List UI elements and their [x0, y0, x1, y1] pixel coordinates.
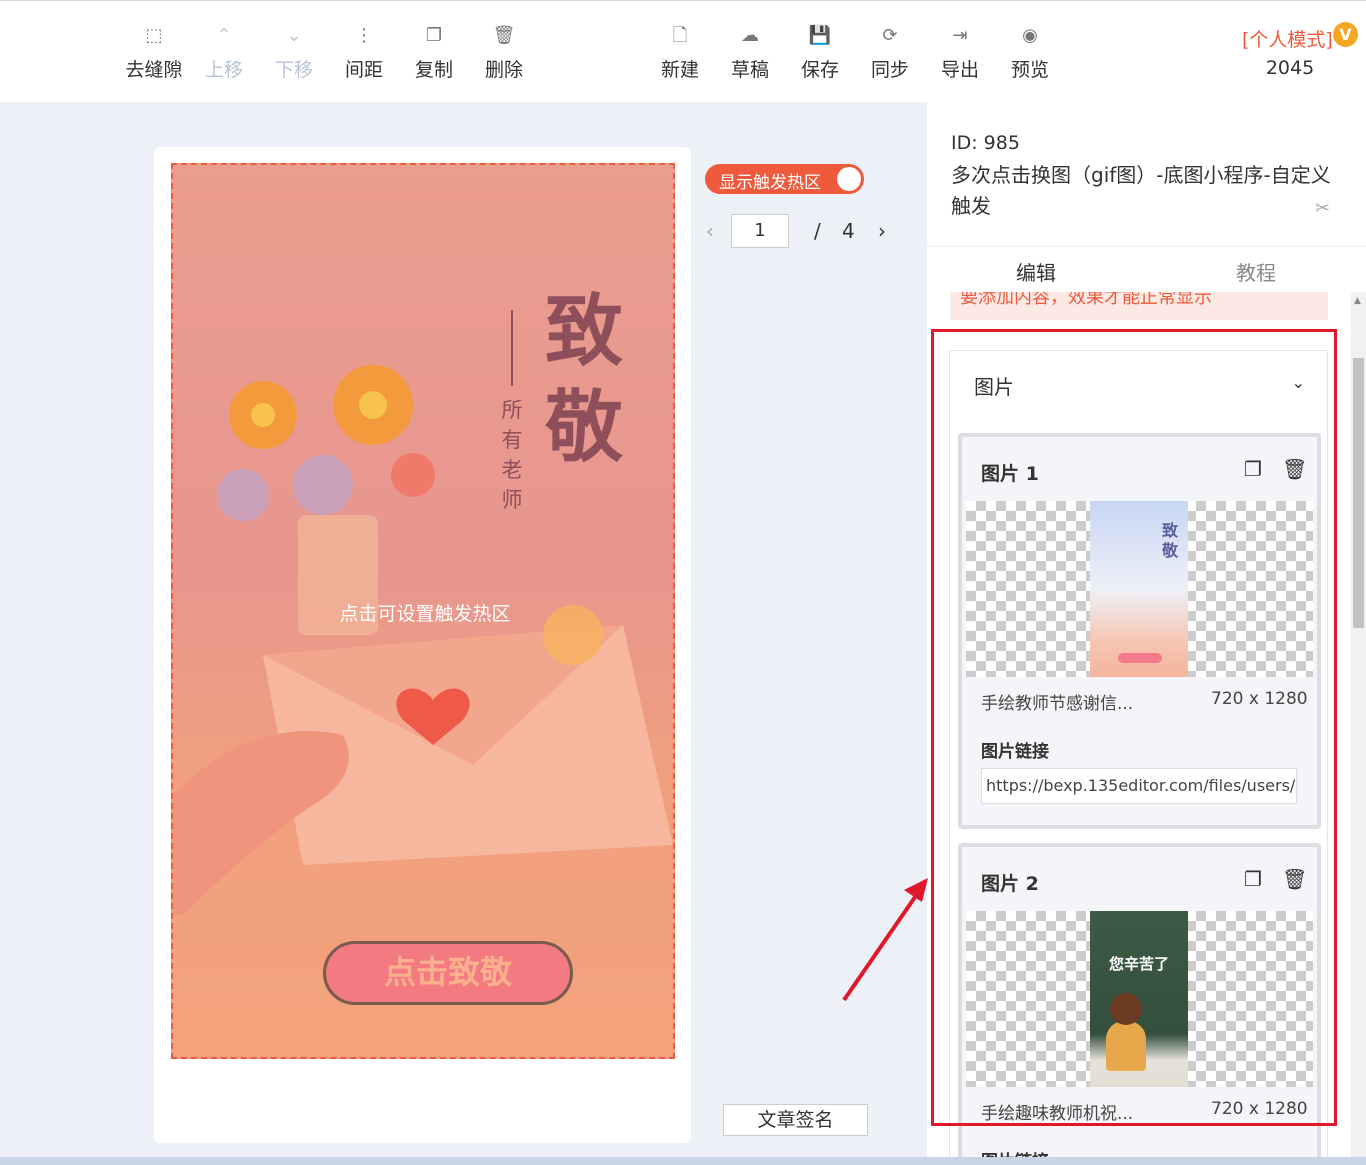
new-file-icon: 🗋 — [672, 25, 688, 46]
panel-scrollbar[interactable]: ▲ — [1351, 292, 1366, 1165]
cta-button[interactable]: 点击致敬 — [323, 941, 573, 1005]
toolbar-label: 上移 — [204, 59, 243, 81]
toolbar-button-right-1[interactable]: ☁ 草稿 — [715, 23, 785, 82]
toolbar-label: 去缝隙 — [125, 59, 183, 81]
next-page-icon[interactable]: › — [878, 219, 886, 243]
tab-tutorial[interactable]: 教程 — [1236, 257, 1276, 286]
toolbar-label: 下移 — [274, 59, 313, 81]
phone-preview[interactable]: 致 敬 所有老师 点击可设置触发热区 点击致敬 — [171, 163, 675, 1059]
export-icon: ⇥ — [952, 25, 968, 46]
template-id: ID: 985 — [951, 132, 1020, 154]
flower-bouquet-illustration — [217, 365, 435, 635]
trash-icon: 🗑 — [492, 25, 516, 46]
envelope-illustration — [173, 605, 673, 915]
arrow-up-icon: ⌃ — [216, 25, 232, 46]
article-signature-button[interactable]: 文章签名 — [723, 1104, 868, 1136]
gap-icon: ⬚ — [145, 25, 163, 46]
toolbar-label: 草稿 — [730, 59, 769, 81]
toolbar-label: 预览 — [1010, 59, 1049, 81]
toolbar-label: 删除 — [484, 59, 523, 81]
toolbar-button-left-5[interactable]: 🗑 删除 — [469, 23, 539, 82]
toolbar-label: 新建 — [660, 59, 699, 81]
vip-badge-icon: V — [1333, 22, 1358, 47]
toolbar-button-left-2[interactable]: ⌄ 下移 — [259, 23, 329, 82]
page-input[interactable]: 1 — [731, 214, 789, 248]
annotation-arrow-icon — [842, 878, 928, 1002]
toolbar-label: 导出 — [940, 59, 979, 81]
toolbar-button-right-5[interactable]: ◉ 预览 — [995, 23, 1065, 82]
scroll-up-icon[interactable]: ▲ — [1354, 296, 1361, 306]
annotation-highlight-box — [931, 329, 1337, 1126]
toolbar-button-right-0[interactable]: 🗋 新建 — [645, 23, 715, 82]
tab-edit[interactable]: 编辑 — [1016, 257, 1056, 286]
toolbar-button-left-3[interactable]: ⋮ 间距 — [329, 23, 399, 82]
scrollbar-thumb[interactable] — [1353, 358, 1364, 628]
page-separator: / — [814, 219, 821, 243]
hotspot-hint: 点击可设置触发热区 — [339, 603, 511, 625]
show-hotspot-toggle[interactable]: 显示触发热区 — [705, 164, 864, 194]
toolbar-button-right-2[interactable]: 💾 保存 — [785, 23, 855, 82]
cloud-icon: ☁ — [741, 25, 759, 46]
eye-icon: ◉ — [1022, 25, 1038, 46]
vertical-subtitle: 所有老师 — [501, 398, 523, 512]
window-bottom-edge — [0, 1157, 1366, 1165]
toggle-label: 显示触发热区 — [719, 173, 821, 193]
title-divider — [511, 310, 513, 386]
toolbar-label: 保存 — [800, 59, 839, 81]
prev-page-icon[interactable]: ‹ — [706, 219, 714, 243]
mode-switch[interactable]: [个人模式] — [1242, 25, 1333, 52]
toggle-knob — [837, 167, 861, 191]
toolbar-button-left-0[interactable]: ⬚ 去缝隙 — [119, 23, 189, 82]
title-char-2: 敬 — [545, 382, 624, 473]
sync-icon: ⟳ — [882, 25, 898, 46]
panel-tabs: 编辑 教程 — [927, 246, 1366, 292]
copy-icon: ❐ — [425, 25, 443, 46]
tools-icon[interactable]: ✂ — [1315, 198, 1330, 219]
template-title: 多次点击换图（gif图）-底图小程序-自定义触发 — [951, 163, 1331, 218]
save-icon: 💾 — [808, 25, 832, 46]
warning-banner: 要添加内容，效果才能正常显示 — [950, 292, 1328, 320]
toolbar-label: 间距 — [344, 59, 383, 81]
arrow-down-icon: ⌄ — [286, 25, 302, 46]
count-display: 2045 — [1265, 57, 1315, 79]
toolbar-label: 复制 — [414, 59, 453, 81]
toolbar-button-right-4[interactable]: ⇥ 导出 — [925, 23, 995, 82]
toolbar-label: 同步 — [870, 59, 909, 81]
spacing-icon: ⋮ — [355, 25, 373, 46]
top-toolbar: ⬚ 去缝隙 ⌃ 上移 ⌄ 下移 ⋮ 间距 ❐ 复制 🗑 删除 🗋 新建 ☁ 草稿 💾 保存 ⟳ 同步 ⇥ 导出 ◉ 预览 [… — [0, 0, 1366, 102]
page-total: 4 — [842, 219, 855, 243]
toolbar-button-left-4[interactable]: ❐ 复制 — [399, 23, 469, 82]
toolbar-button-left-1[interactable]: ⌃ 上移 — [189, 23, 259, 82]
toolbar-button-right-3[interactable]: ⟳ 同步 — [855, 23, 925, 82]
